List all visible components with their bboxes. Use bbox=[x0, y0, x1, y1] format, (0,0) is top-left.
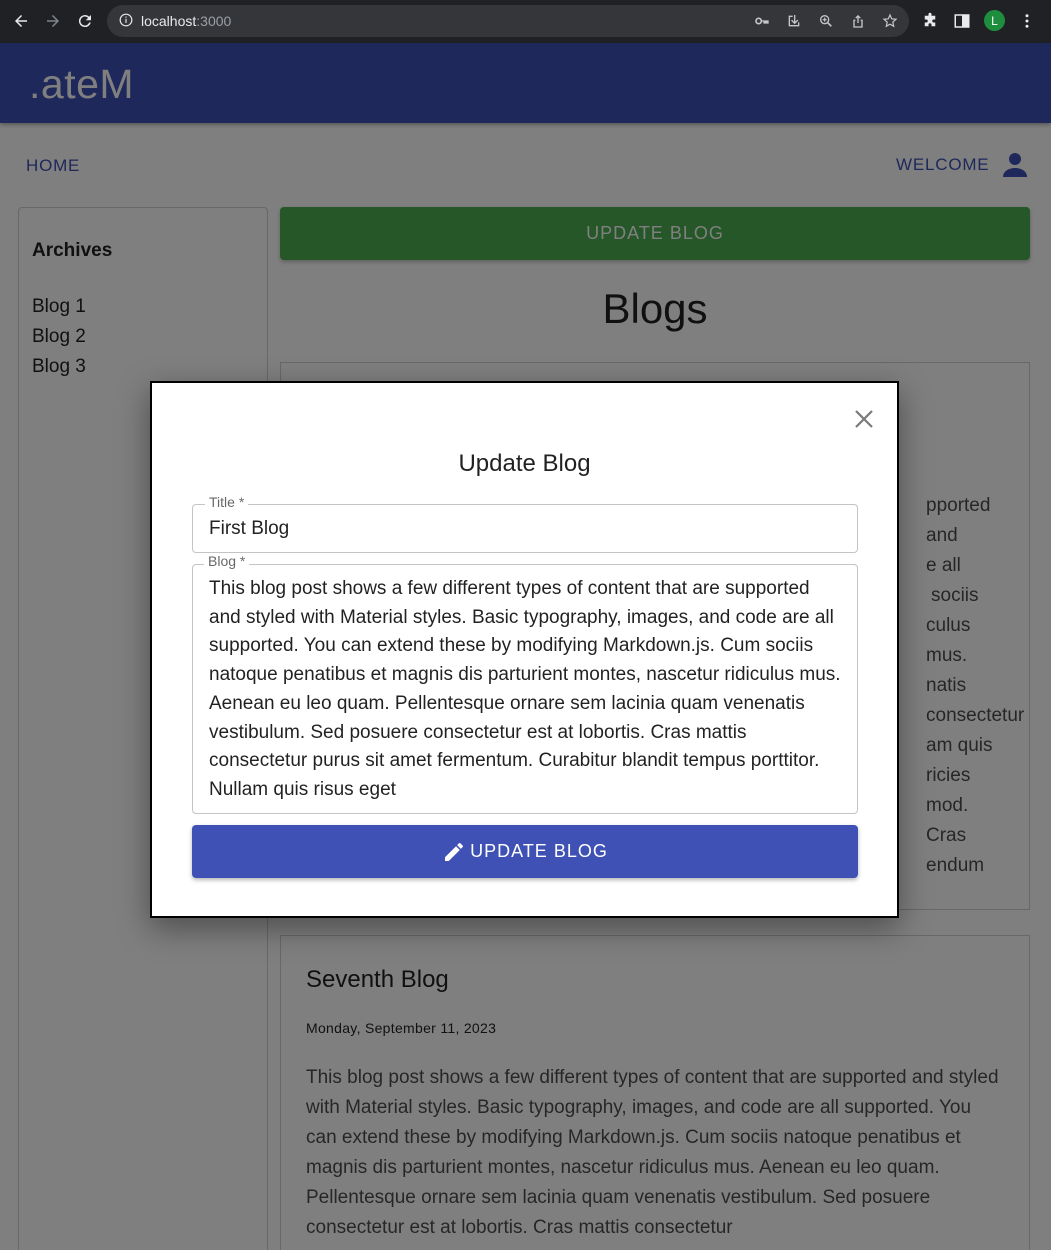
forward-icon[interactable] bbox=[40, 8, 66, 34]
back-icon[interactable] bbox=[8, 8, 34, 34]
side-panel-icon[interactable] bbox=[952, 11, 972, 31]
bookmark-star-icon[interactable] bbox=[881, 12, 899, 30]
share-icon[interactable] bbox=[849, 12, 867, 30]
modal-update-blog-label: UPDATE BLOG bbox=[470, 841, 608, 861]
profile-initial: L bbox=[991, 13, 998, 28]
extensions-icon[interactable] bbox=[920, 11, 940, 31]
browser-toolbar: localhost:3000 L bbox=[0, 0, 1051, 43]
modal-title: Update Blog bbox=[458, 450, 591, 477]
url-text: localhost:3000 bbox=[141, 13, 231, 29]
profile-avatar[interactable]: L bbox=[984, 10, 1005, 31]
title-field[interactable]: Title * First Blog bbox=[192, 494, 858, 553]
blog-textarea-value[interactable]: This blog post shows a few different typ… bbox=[209, 575, 845, 805]
reload-icon[interactable] bbox=[72, 8, 98, 34]
address-bar[interactable]: localhost:3000 bbox=[107, 5, 909, 37]
update-blog-modal: Update Blog Title * First Blog This blog… bbox=[150, 381, 899, 918]
url-port: :3000 bbox=[196, 13, 232, 29]
close-icon[interactable] bbox=[852, 407, 876, 431]
browser-menu-icon[interactable] bbox=[1017, 11, 1037, 31]
blog-textarea[interactable]: This blog post shows a few different typ… bbox=[192, 564, 858, 814]
url-host: localhost bbox=[141, 13, 197, 29]
blog-field-label: Blog * bbox=[204, 553, 250, 569]
title-field-value[interactable]: First Blog bbox=[209, 518, 289, 540]
install-icon[interactable] bbox=[785, 12, 803, 30]
modal-update-blog-button[interactable]: UPDATE BLOG bbox=[192, 825, 858, 878]
pencil-icon bbox=[445, 842, 464, 861]
key-icon[interactable] bbox=[753, 12, 771, 30]
title-field-label: Title * bbox=[205, 494, 249, 510]
zoom-icon[interactable] bbox=[817, 12, 835, 30]
site-info-icon[interactable] bbox=[119, 13, 133, 32]
